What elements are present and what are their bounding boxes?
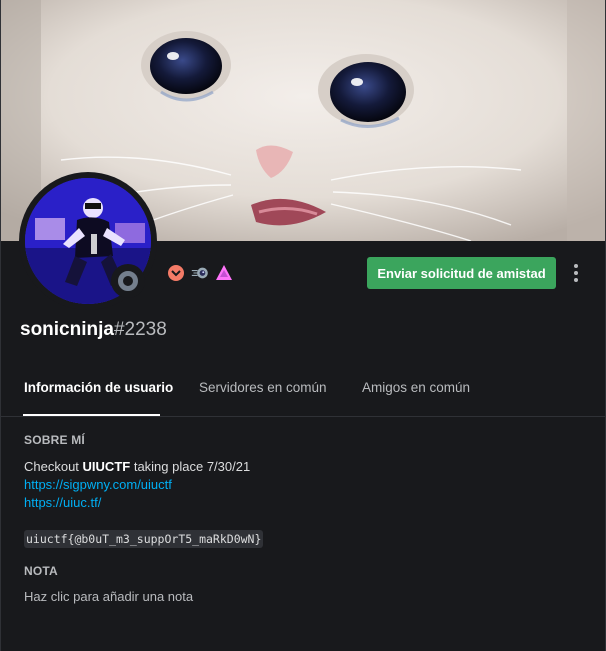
discriminator: #2238: [113, 319, 167, 340]
bio-bold-text: UIUCTF: [82, 459, 131, 474]
inline-code-flag: uiuctf{@b0uT_m3_suppOrT5_maRkD0wN}: [24, 530, 264, 548]
profile-tabs: Información de usuario Servidores en com…: [1, 370, 605, 417]
tab-mutual-servers[interactable]: Servidores en común: [199, 380, 327, 395]
status-indicator: [111, 264, 145, 298]
hypesquad-balance-badge-icon[interactable]: [191, 264, 209, 282]
offline-status-icon: [118, 271, 138, 291]
send-friend-request-button[interactable]: Enviar solicitud de amistad: [367, 257, 556, 289]
bio-text: taking place 7/30/21: [130, 459, 251, 474]
avatar-frame: [19, 172, 157, 310]
bio-line-code: uiuctf{@b0uT_m3_suppOrT5_maRkD0wN}: [24, 530, 264, 548]
about-me-heading: SOBRE MÍ: [24, 433, 85, 447]
bio-line-2: https://sigpwny.com/uiuctf: [24, 476, 172, 494]
active-tab-indicator: [23, 414, 160, 416]
user-profile-modal: Enviar solicitud de amistad sonicninja#2…: [0, 0, 606, 651]
bio-line-3: https://uiuc.tf/: [24, 494, 101, 512]
tab-mutual-friends[interactable]: Amigos en común: [362, 380, 470, 395]
uiuc-tf-link[interactable]: https://uiuc.tf/: [24, 495, 101, 510]
more-options-icon[interactable]: [567, 260, 585, 286]
server-boost-triangle-icon[interactable]: [215, 264, 233, 282]
bio-line-1: Checkout UIUCTF taking place 7/30/21: [24, 458, 250, 476]
sigpwny-link[interactable]: https://sigpwny.com/uiuctf: [24, 477, 172, 492]
nitro-boost-badge-icon[interactable]: [167, 264, 185, 282]
note-heading: NOTA: [24, 564, 58, 578]
bio-text: Checkout: [24, 459, 83, 474]
note-input[interactable]: Haz clic para añadir una nota: [24, 589, 193, 604]
username: sonicninja: [20, 319, 114, 340]
tab-user-info[interactable]: Información de usuario: [24, 380, 173, 395]
profile-badges: [167, 263, 233, 283]
username-tag: sonicninja#2238: [20, 318, 167, 342]
